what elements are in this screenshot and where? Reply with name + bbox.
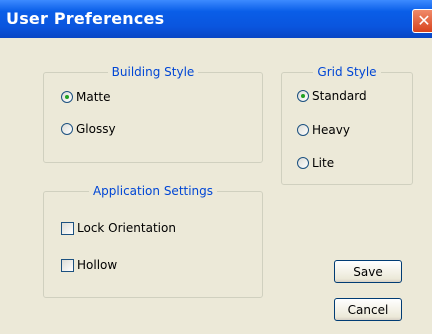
user-preferences-window: User Preferences ✕ Building Style Matte … (0, 0, 432, 334)
radio-standard[interactable]: Standard (297, 89, 367, 103)
radio-glossy-indicator[interactable] (61, 123, 73, 135)
radio-lite-indicator[interactable] (297, 157, 309, 169)
checkbox-lock-orientation-box[interactable] (61, 221, 74, 235)
application-settings-group: Application Settings (43, 184, 263, 298)
radio-matte-indicator[interactable] (61, 91, 73, 103)
title-bar[interactable]: User Preferences ✕ (0, 0, 432, 38)
radio-matte-label: Matte (76, 90, 111, 104)
radio-heavy[interactable]: Heavy (297, 123, 350, 137)
building-style-group: Building Style (43, 65, 263, 163)
radio-matte[interactable]: Matte (61, 90, 111, 104)
save-button[interactable]: Save (334, 260, 402, 283)
radio-heavy-indicator[interactable] (297, 124, 309, 136)
radio-glossy[interactable]: Glossy (61, 122, 116, 136)
radio-glossy-label: Glossy (76, 122, 116, 136)
cancel-button[interactable]: Cancel (334, 298, 402, 321)
checkbox-hollow-label: Hollow (77, 258, 118, 272)
checkbox-lock-orientation[interactable]: Lock Orientation (61, 221, 176, 235)
radio-heavy-label: Heavy (312, 123, 350, 137)
checkbox-lock-orientation-label: Lock Orientation (77, 221, 176, 235)
radio-lite[interactable]: Lite (297, 156, 334, 170)
radio-lite-label: Lite (312, 156, 335, 170)
checkbox-hollow[interactable]: Hollow (61, 258, 117, 272)
application-settings-legend: Application Settings (92, 184, 214, 198)
grid-style-legend: Grid Style (317, 65, 377, 79)
checkbox-hollow-box[interactable] (61, 258, 74, 272)
close-icon[interactable]: ✕ (412, 9, 432, 33)
radio-standard-indicator[interactable] (297, 90, 309, 102)
window-title: User Preferences (6, 9, 165, 28)
radio-standard-label: Standard (312, 89, 367, 103)
building-style-legend: Building Style (111, 65, 195, 79)
